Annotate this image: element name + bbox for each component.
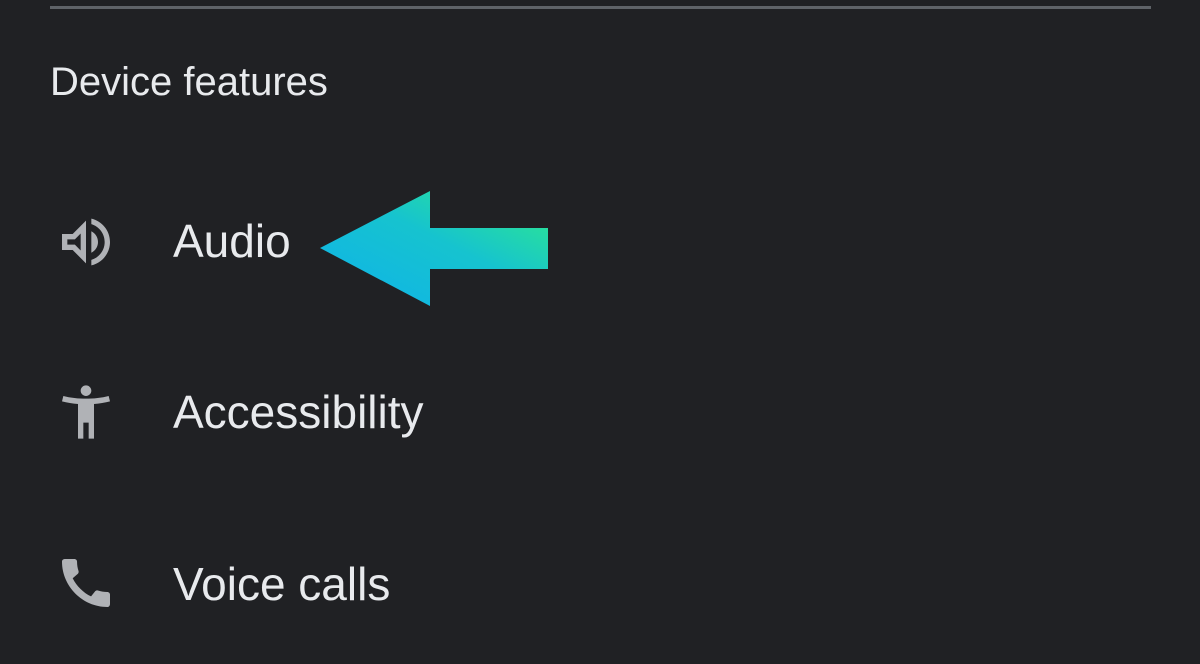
accessibility-icon (52, 378, 120, 446)
pointer-arrow-annotation (320, 191, 548, 306)
menu-item-voice-calls[interactable]: Voice calls (0, 508, 1200, 658)
menu-item-label: Audio (173, 215, 291, 267)
menu-item-accessibility[interactable]: Accessibility (0, 337, 1200, 487)
menu-item-audio[interactable]: Audio (0, 167, 1200, 317)
menu-item-label: Accessibility (173, 386, 424, 438)
phone-icon (52, 549, 120, 617)
section-title: Device features (50, 60, 328, 104)
top-divider (50, 6, 1151, 9)
speaker-icon (52, 208, 120, 276)
menu-item-label: Voice calls (173, 558, 391, 610)
